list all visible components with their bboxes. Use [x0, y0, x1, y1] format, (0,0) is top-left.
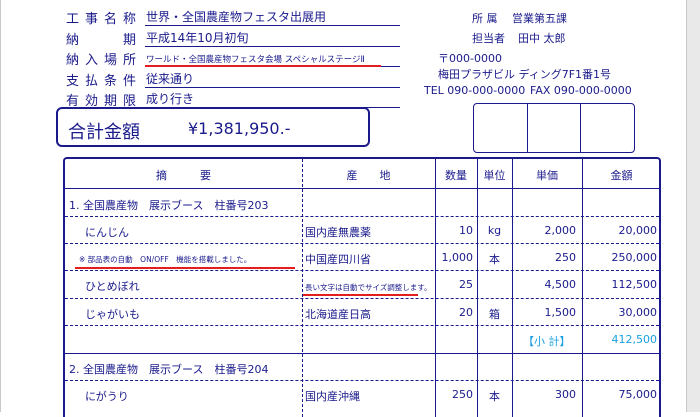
item-unit: 本 — [489, 390, 500, 403]
col-divider — [302, 159, 303, 417]
person-label: 担当者 — [472, 32, 505, 45]
header-origin: 産 地 — [346, 169, 391, 182]
item-origin: 北海道産日高 — [305, 308, 371, 321]
header-price: 単価 — [536, 169, 558, 182]
address: 梅田プラザビル ディング7F1番1号 — [438, 68, 612, 81]
header-unit: 単位 — [483, 169, 506, 182]
header-amount: 金額 — [610, 169, 633, 182]
item-qty: 25 — [459, 278, 473, 291]
field-value-delivery-place: ワールド・全国農産物フェスタ会場 スペシャルステージⅡ — [146, 55, 365, 65]
stamp-divider — [527, 104, 528, 152]
field-underline — [145, 86, 400, 88]
row-divider — [65, 380, 659, 381]
approval-stamp-boxes — [473, 103, 635, 153]
field-value-project: 世界・全国農産物フェスタ出展用 — [146, 10, 327, 24]
field-value-payment: 従来通り — [146, 71, 195, 86]
annotation-underline — [75, 267, 295, 269]
postal-code: 〒000-0000 — [438, 52, 502, 65]
total-value: ¥1,381,950.- — [188, 119, 291, 138]
item-name: にんじん — [85, 226, 129, 239]
section-title: 1. 全国農産物 展示ブース 柱番号203 — [69, 199, 269, 212]
total-amount-box: 合計金額 ¥1,381,950.- — [56, 107, 370, 147]
field-label-delivery-date: 納期 — [66, 32, 136, 48]
total-label: 合計金額 — [68, 122, 140, 143]
item-amount: 30,000 — [618, 306, 658, 319]
field-value-delivery-date: 平成14年10月初旬 — [146, 30, 249, 45]
field-label-payment: 支払条件 — [66, 73, 136, 89]
row-divider — [65, 325, 659, 326]
row-divider — [65, 243, 659, 244]
header-qty: 数量 — [445, 169, 467, 182]
item-unit: kg — [487, 224, 502, 237]
subtotal-label: 【小 計】 — [523, 335, 571, 348]
dept-label: 所 属 — [472, 12, 498, 25]
item-qty: 250 — [452, 388, 473, 401]
annotation-underline — [145, 65, 381, 67]
item-name-note: ※ 部品表の自動 ON/OFF 機能を搭載しました。 — [79, 255, 252, 264]
telephone: TEL 090-000-0000 — [424, 84, 526, 97]
item-amount: 250,000 — [611, 251, 658, 264]
item-origin-note: 長い文字は自動でサイズ調整します。 — [305, 283, 432, 292]
field-underline — [145, 45, 400, 47]
item-origin: 中国産四川省 — [305, 253, 371, 266]
item-amount: 112,500 — [611, 278, 658, 291]
subtotal-amount: 412,500 — [611, 333, 658, 346]
item-origin: 国内産無農薬 — [305, 226, 371, 239]
person-name: 田中 太郎 — [518, 32, 566, 45]
stamp-divider — [580, 104, 581, 152]
item-qty: 1,000 — [441, 251, 474, 264]
item-name: にがうり — [85, 390, 129, 403]
field-value-validity: 成り行き — [146, 92, 195, 106]
item-amount: 75,000 — [618, 388, 658, 401]
item-price: 1,500 — [544, 306, 577, 319]
item-price: 250 — [555, 251, 576, 264]
item-origin: 国内産沖縄 — [305, 390, 360, 403]
row-divider — [65, 270, 659, 271]
field-underline — [145, 25, 400, 26]
header-summary: 摘 要 — [156, 169, 211, 182]
field-label-project: 工事名称 — [66, 12, 136, 27]
section-title: 2. 全国農産物 展示ブース 柱番号204 — [69, 363, 269, 376]
row-divider — [65, 216, 659, 217]
item-qty: 10 — [459, 224, 473, 237]
item-unit: 本 — [489, 253, 500, 266]
item-unit: 箱 — [489, 308, 500, 321]
annotation-underline — [303, 294, 418, 296]
item-price: 2,000 — [544, 224, 577, 237]
row-divider — [65, 353, 659, 354]
item-qty: 20 — [459, 306, 473, 319]
item-price: 300 — [555, 388, 576, 401]
fax: FAX 090-000-0000 — [530, 84, 632, 97]
item-amount: 20,000 — [618, 224, 658, 237]
item-price: 4,500 — [544, 278, 577, 291]
item-name: じゃがいも — [85, 308, 140, 321]
dept-name: 営業第五課 — [512, 12, 567, 25]
field-label-delivery-place: 納入場所 — [66, 53, 136, 68]
scrollbar-track[interactable] — [686, 0, 700, 412]
header-divider — [65, 188, 659, 189]
item-name: ひとめぼれ — [85, 280, 140, 293]
estimate-table: 摘 要 産 地 数量 単位 単価 金額 1. 全国農産物 展示ブース 柱番号20… — [63, 157, 661, 417]
row-divider — [65, 298, 659, 299]
col-divider — [477, 159, 478, 417]
